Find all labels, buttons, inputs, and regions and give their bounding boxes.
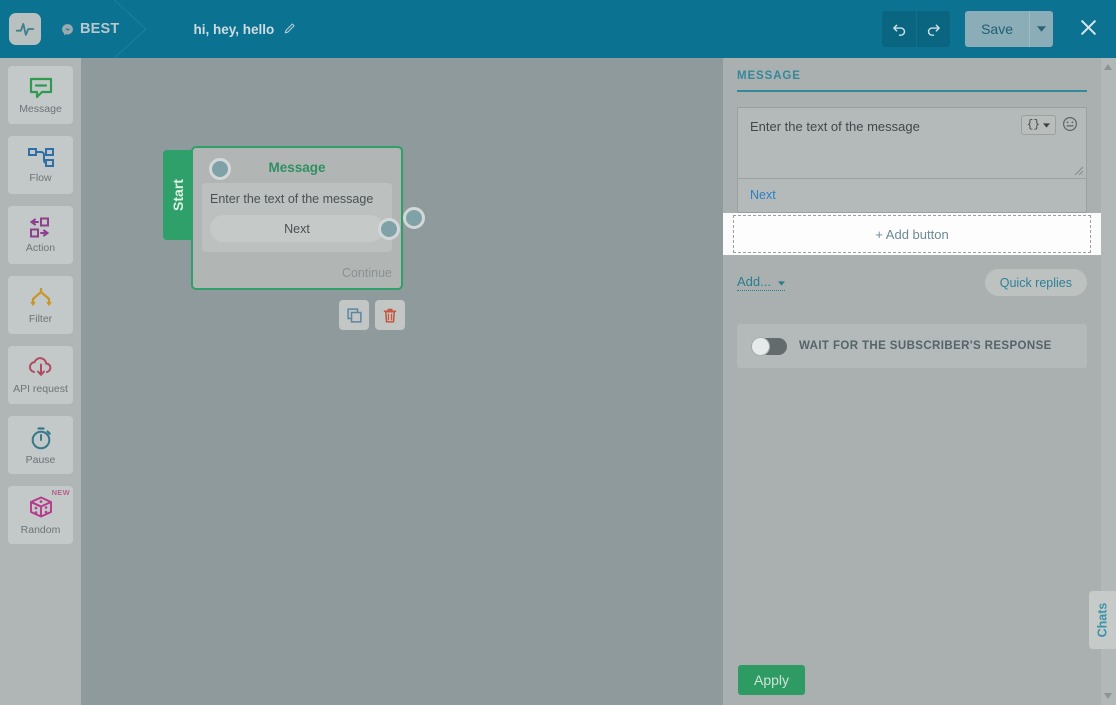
flow-canvas[interactable]: Start Message Enter the text of the mess… [81,58,723,705]
node-copy-button[interactable] [339,300,369,330]
start-tab[interactable]: Start [163,150,193,240]
bot-name: BEST [80,21,120,37]
breadcrumb-bot[interactable]: BEST [61,21,119,37]
token-insert-button[interactable]: {} [1020,115,1056,135]
sidebar-item-random[interactable]: NEW Random [8,486,73,544]
add-button-highlight: + Add button [723,213,1101,255]
node-delete-button[interactable] [375,300,405,330]
triangle-up-icon[interactable] [1104,64,1112,70]
redo-button[interactable] [916,11,951,47]
stopwatch-icon [31,426,51,449]
sidebar-item-label: Pause [25,453,56,466]
flow-name: hi, hey, hello [193,21,275,37]
chats-tab-label: Chats [1095,602,1110,638]
pencil-icon[interactable] [283,22,297,36]
save-button-group: Save [965,11,1053,47]
breadcrumb-flow: hi, hey, hello [193,22,297,37]
panel-title-underline [737,90,1087,92]
filter-split-icon [29,287,52,306]
node-continue-label: Continue [341,266,392,280]
sidebar-item-label: Random [20,523,61,536]
message-button-item[interactable]: Next [738,178,1086,212]
sidebar-item-label: Action [25,241,56,254]
redo-arrow-icon [927,24,940,36]
sidebar-item-api-request[interactable]: API request [8,346,73,404]
emoji-picker-button[interactable] [1062,116,1078,134]
smiley-icon [1063,117,1077,131]
add-more-label: Add... [737,274,771,289]
sidebar-item-label: Filter [28,312,53,325]
sidebar-item-label: Message [19,102,62,115]
app-root: BEST hi, hey, hello Save Message Flow Ac… [0,0,1116,705]
messenger-icon [62,23,73,35]
sidebar-item-message[interactable]: Message [8,66,73,124]
apply-button[interactable]: Apply [738,665,806,695]
textarea-toolbar: {} [1020,115,1078,135]
app-logo[interactable] [9,13,41,45]
left-sidebar: Message Flow Action Filter API request P… [0,58,81,705]
node-toolbar [339,300,405,330]
node-button-label: Next [284,221,310,236]
sidebar-item-label: Flow [29,171,52,184]
sidebar-item-pause[interactable]: Pause [8,416,73,474]
save-button[interactable]: Save [965,11,1029,47]
sidebar-item-action[interactable]: Action [8,206,73,264]
new-badge: NEW [51,488,70,497]
trash-icon [383,308,397,323]
resize-grip-icon[interactable] [1073,165,1084,176]
node-input-connector[interactable] [209,158,231,180]
add-more-dropdown[interactable]: Add... [737,274,785,291]
sidebar-item-flow[interactable]: Flow [8,136,73,194]
chats-tab[interactable]: Chats [1089,591,1116,649]
chevron-down-icon [1043,122,1050,128]
chevron-down-icon [1037,26,1046,32]
node-body: Enter the text of the message Next [202,183,400,252]
chevron-down-icon [777,281,785,286]
panel-section-title: MESSAGE [737,70,801,82]
close-button[interactable] [1073,17,1104,42]
message-textarea-value: Enter the text of the message [750,119,920,134]
panel-add-row: Add... Quick replies [737,269,1087,296]
triangle-down-icon[interactable] [1104,693,1112,699]
message-settings-panel: MESSAGE Enter the text of the message {} [723,58,1101,705]
action-arrows-icon [29,217,49,237]
copy-icon [346,307,362,323]
sidebar-item-filter[interactable]: Filter [8,276,73,334]
message-node-card[interactable]: Message Enter the text of the message Ne… [191,146,425,290]
wait-for-response-toggle[interactable] [751,336,787,356]
add-button[interactable]: + Add button [733,215,1091,253]
header-actions: Save [882,11,1116,47]
token-insert-label: {} [1026,119,1040,131]
node-button-connector[interactable] [378,217,400,240]
close-x-icon [1081,19,1096,35]
dice-icon [29,496,52,517]
cloud-upload-icon [28,356,51,376]
save-dropdown-button[interactable] [1029,11,1053,47]
message-editor-box: Enter the text of the message {} Next [737,107,1087,213]
node-button[interactable]: Next [210,215,400,242]
undo-button[interactable] [882,11,917,47]
undo-arrow-icon [892,24,905,36]
start-tab-label: Start [170,179,186,211]
flow-nodes-icon [27,147,54,167]
wait-for-response-label: WAIT FOR THE SUBSCRIBER'S RESPONSE [799,340,1052,352]
toggle-knob [751,336,770,356]
wait-for-response-row: WAIT FOR THE SUBSCRIBER'S RESPONSE [737,324,1087,368]
quick-replies-button[interactable]: Quick replies [984,269,1087,296]
message-button-item-label: Next [750,188,776,202]
activity-pulse-icon [15,23,35,36]
node-continue-connector[interactable] [403,207,425,229]
node-continue-row[interactable]: Continue [202,207,425,280]
app-header: BEST hi, hey, hello Save [0,0,1116,58]
sidebar-item-label: API request [13,382,68,395]
message-textarea[interactable]: Enter the text of the message {} [738,108,1086,178]
node-message-text: Enter the text of the message [210,192,374,206]
speech-bubble-icon [29,77,52,98]
